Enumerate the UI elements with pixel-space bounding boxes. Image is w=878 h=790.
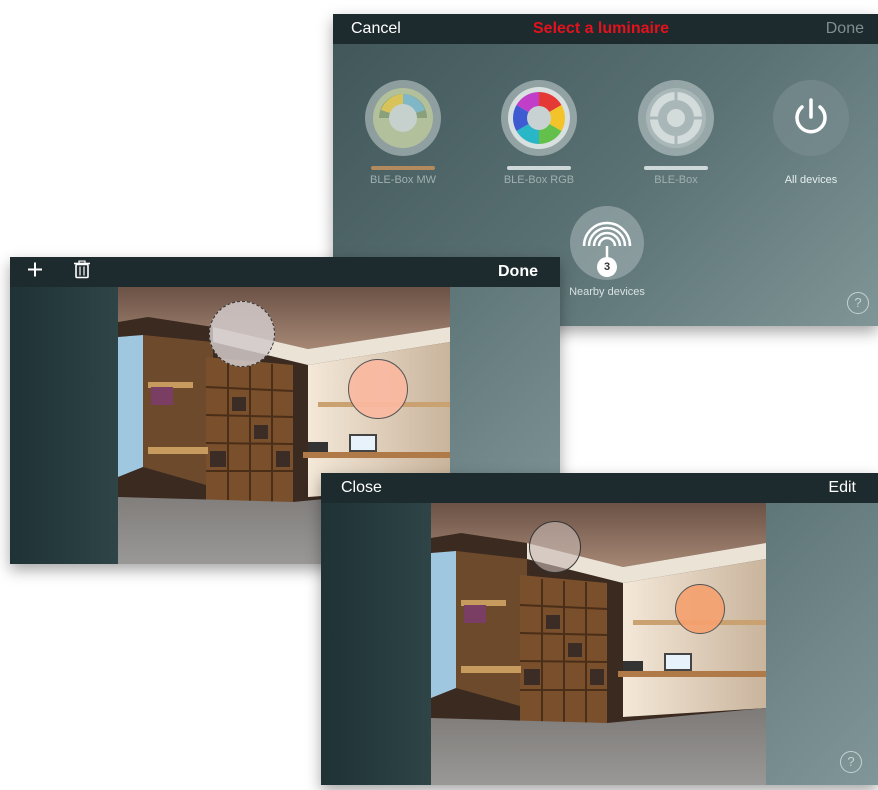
device-ble-box-mw[interactable]: BLE-Box MW xyxy=(343,80,463,186)
led-ring-icon xyxy=(638,80,714,156)
help-icon[interactable]: ? xyxy=(847,292,869,314)
light-zone-active[interactable] xyxy=(348,359,408,419)
close-button[interactable]: Close xyxy=(341,479,382,497)
help-icon[interactable]: ? xyxy=(840,751,862,773)
device-label: BLE-Box RGB xyxy=(503,174,575,186)
cancel-button[interactable]: Cancel xyxy=(351,20,401,38)
plus-icon[interactable] xyxy=(26,261,44,284)
color-wheel-icon xyxy=(501,80,577,156)
view-scene-topbar: Close Edit xyxy=(321,473,878,503)
selection-bar xyxy=(371,166,435,170)
trash-icon[interactable] xyxy=(74,260,90,284)
device-label: All devices xyxy=(784,174,838,186)
device-label: BLE-Box MW xyxy=(369,174,436,186)
select-luminaire-topbar: Cancel Select a luminaire Done xyxy=(333,14,878,44)
right-sidebar xyxy=(766,503,878,785)
nearby-label: Nearby devices xyxy=(569,286,645,298)
power-icon xyxy=(773,80,849,156)
left-sidebar xyxy=(321,503,431,785)
view-scene-panel: Close Edit ? xyxy=(321,473,878,785)
done-button[interactable]: Done xyxy=(826,20,864,38)
device-all-devices[interactable]: All devices xyxy=(751,80,871,186)
selection-bar xyxy=(507,166,571,170)
light-zone-inactive[interactable] xyxy=(529,521,581,573)
left-sidebar xyxy=(10,287,118,564)
edit-scene-topbar: Done xyxy=(10,257,560,287)
selection-bar xyxy=(644,166,708,170)
device-ble-box-rgb[interactable]: BLE-Box RGB xyxy=(479,80,599,186)
warm-dial-icon xyxy=(365,80,441,156)
device-ble-box[interactable]: BLE-Box xyxy=(616,80,736,186)
device-label: BLE-Box xyxy=(654,174,698,186)
light-zone-active[interactable] xyxy=(675,584,725,634)
light-zone-inactive[interactable] xyxy=(209,301,275,367)
room-photo xyxy=(431,503,766,785)
page-title: Select a luminaire xyxy=(533,20,670,37)
nearby-count-badge: 3 xyxy=(597,257,617,277)
edit-button[interactable]: Edit xyxy=(828,479,856,497)
nearby-signal-icon: 3 xyxy=(570,206,644,280)
nearby-devices-button[interactable]: 3 Nearby devices xyxy=(547,206,667,298)
done-button[interactable]: Done xyxy=(498,263,538,281)
